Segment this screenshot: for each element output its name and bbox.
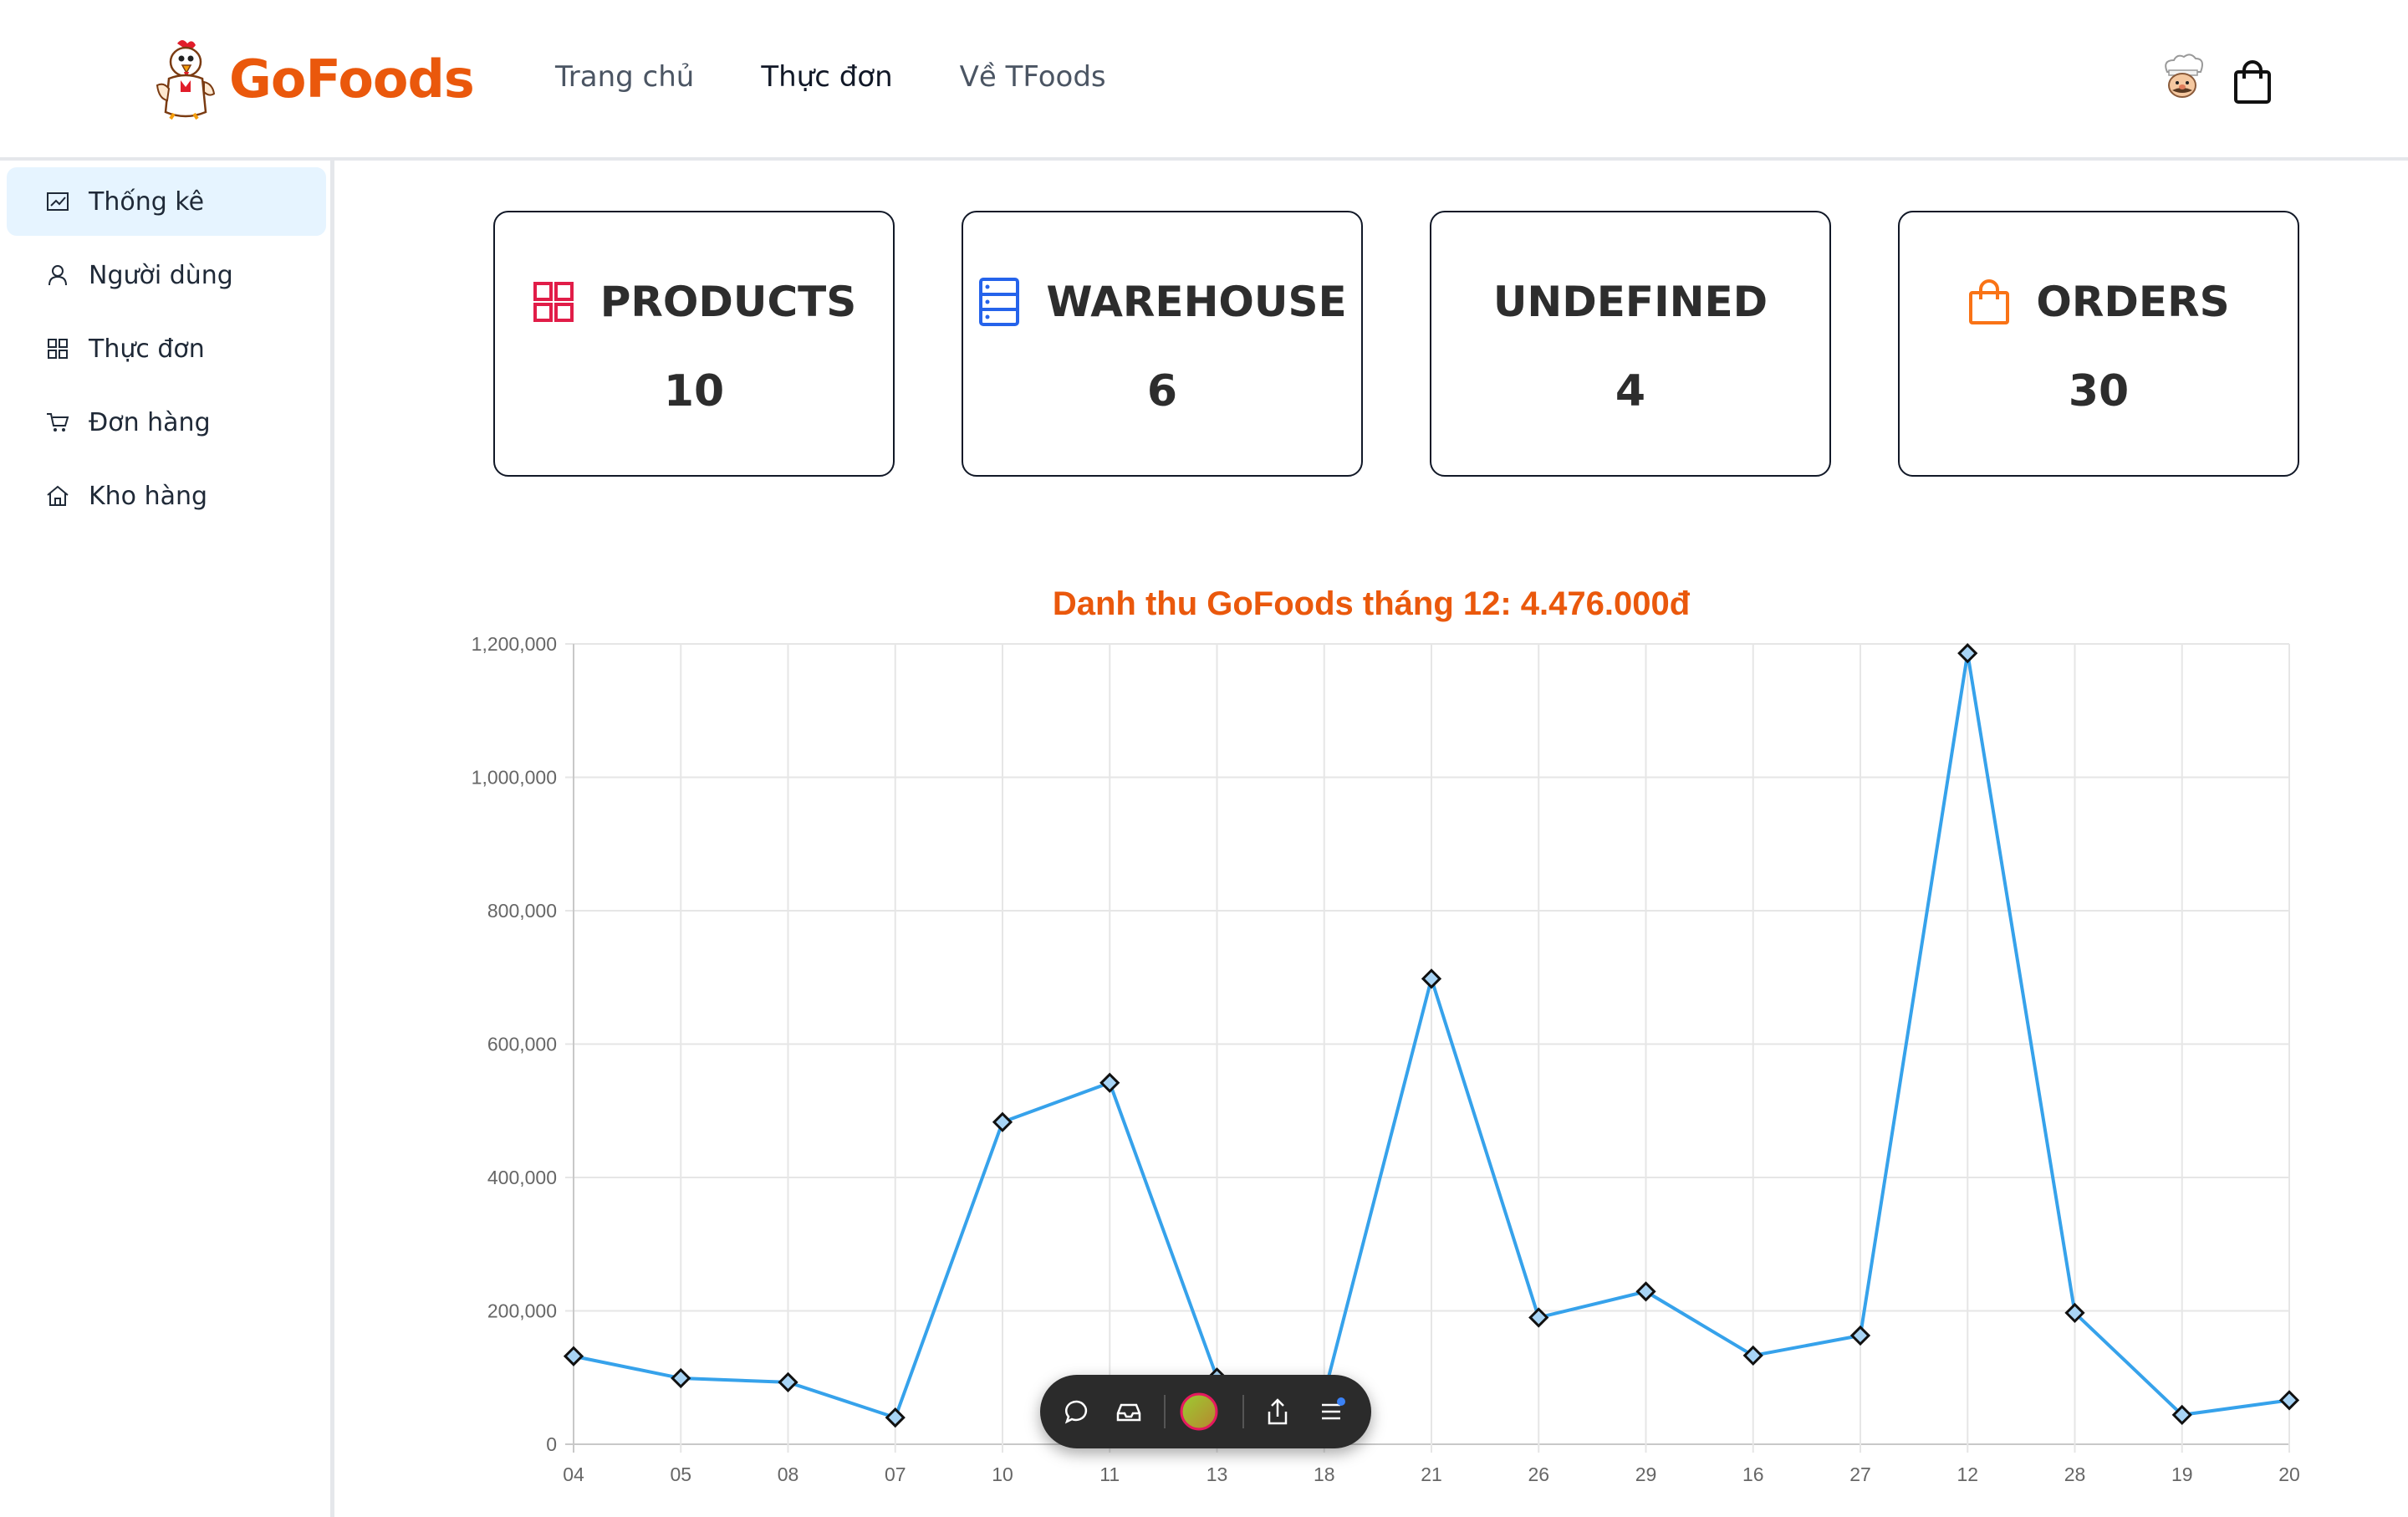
rooster-mascot-icon: [156, 40, 216, 120]
data-point: [992, 1111, 1013, 1132]
x-tick-label: 19: [2171, 1463, 2193, 1485]
data-point: [671, 1367, 691, 1389]
data-point: [1635, 1281, 1656, 1302]
stat-card-title: UNDEFINED: [1492, 278, 1768, 326]
nav-link-menu[interactable]: Thực đơn: [761, 60, 892, 94]
y-tick-label: 800,000: [487, 900, 557, 922]
grid-icon: [48, 339, 68, 359]
nav-link-about[interactable]: Về TFoods: [960, 60, 1106, 94]
y-tick-label: 400,000: [487, 1167, 557, 1188]
x-tick-label: 21: [1421, 1463, 1442, 1485]
data-point: [885, 1407, 906, 1428]
brand-logo[interactable]: GoFoods: [149, 37, 475, 120]
grid-icon: [533, 282, 574, 322]
chart-title: Danh thu GoFoods tháng 12: 4.476.000đ: [1052, 585, 1691, 622]
floating-toolbar: [1040, 1375, 1371, 1448]
data-point: [1957, 643, 1978, 664]
server-icon: [979, 278, 1020, 326]
x-tick-label: 16: [1742, 1463, 1764, 1485]
stat-card-title: WAREHOUSE: [1046, 278, 1347, 326]
x-tick-label: 20: [2278, 1463, 2300, 1485]
data-point: [2278, 1390, 2300, 1411]
data-point: [1099, 1072, 1120, 1093]
data-point: [2064, 1302, 2085, 1324]
chef-avatar[interactable]: [2159, 54, 2206, 104]
data-point: [1849, 1325, 1871, 1346]
toolbar-divider: [1242, 1395, 1244, 1428]
x-tick-label: 05: [670, 1463, 691, 1485]
x-tick-label: 26: [1528, 1463, 1549, 1485]
cart-icon: [47, 413, 69, 432]
shopping-bag-icon: [1969, 279, 2010, 324]
menu-icon[interactable]: [1313, 1393, 1349, 1430]
data-point: [2171, 1404, 2192, 1426]
x-tick-label: 08: [778, 1463, 799, 1485]
sidebar-item-label: Đơn hàng: [89, 407, 211, 437]
line-chart-icon: [47, 192, 69, 211]
x-tick-label: 28: [2064, 1463, 2086, 1485]
y-tick-label: 1,000,000: [472, 767, 557, 789]
sidebar-item-label: Thực đơn: [89, 334, 205, 364]
x-tick-label: 12: [1956, 1463, 1978, 1485]
y-tick-label: 0: [546, 1433, 557, 1455]
data-point: [1421, 968, 1442, 989]
stat-card-value: 6: [1146, 366, 1178, 416]
profile-avatar[interactable]: [1179, 1392, 1219, 1432]
sidebar-item-menu[interactable]: Thực đơn: [7, 314, 326, 383]
x-tick-label: 29: [1635, 1463, 1657, 1485]
brand-name: GoFoods: [229, 48, 475, 110]
stat-card-title: ORDERS: [2036, 278, 2230, 326]
share-icon[interactable]: [1259, 1393, 1296, 1430]
y-tick-label: 600,000: [487, 1034, 557, 1055]
nav-link-home[interactable]: Trang chủ: [555, 60, 694, 94]
sidebar-item-label: Kho hàng: [89, 481, 208, 511]
x-tick-label: 07: [885, 1463, 906, 1485]
sidebar-item-users[interactable]: Người dùng: [7, 241, 326, 309]
data-point: [1742, 1345, 1763, 1366]
user-icon: [48, 265, 67, 286]
shopping-bag-icon[interactable]: [2231, 59, 2274, 105]
main-nav: Trang chủ Thực đơn Về TFoods: [555, 60, 1106, 94]
sidebar-item-statistics[interactable]: Thống kê: [7, 167, 326, 236]
stat-card-undefined: UNDEFINED 4: [1430, 211, 1831, 477]
sidebar-item-warehouse[interactable]: Kho hàng: [7, 462, 326, 530]
x-tick-label: 27: [1849, 1463, 1871, 1485]
y-tick-label: 200,000: [487, 1300, 557, 1322]
data-point: [563, 1346, 584, 1366]
chat-icon[interactable]: [1059, 1393, 1095, 1430]
data-point: [778, 1371, 798, 1392]
sidebar-item-label: Người dùng: [89, 260, 233, 290]
x-tick-label: 18: [1314, 1463, 1335, 1485]
stat-card-title: PRODUCTS: [599, 278, 857, 326]
stat-card-orders: ORDERS 30: [1898, 211, 2299, 477]
x-tick-label: 10: [992, 1463, 1013, 1485]
stat-card-warehouse: WAREHOUSE 6: [962, 211, 1363, 477]
top-header: GoFoods Trang chủ Thực đơn Về TFoods: [0, 0, 2408, 161]
y-tick-label: 1,200,000: [472, 633, 557, 655]
stat-card-products: PRODUCTS 10: [493, 211, 895, 477]
data-point: [1528, 1307, 1549, 1328]
stat-card-value: 10: [663, 366, 725, 416]
sidebar-item-label: Thống kê: [89, 186, 205, 217]
toolbar-divider: [1164, 1395, 1166, 1428]
x-tick-label: 04: [563, 1463, 584, 1485]
sidebar: Thống kê Người dùng Thực đơn Đơn hàng Kh…: [0, 161, 334, 1517]
sidebar-item-orders[interactable]: Đơn hàng: [7, 388, 326, 457]
x-tick-label: 11: [1099, 1463, 1120, 1485]
x-tick-label: 13: [1207, 1463, 1228, 1485]
home-icon: [47, 485, 69, 506]
inbox-icon[interactable]: [1110, 1393, 1147, 1430]
stat-card-value: 4: [1615, 366, 1646, 416]
stat-card-value: 30: [2068, 366, 2130, 416]
series-line: [573, 651, 2290, 1420]
